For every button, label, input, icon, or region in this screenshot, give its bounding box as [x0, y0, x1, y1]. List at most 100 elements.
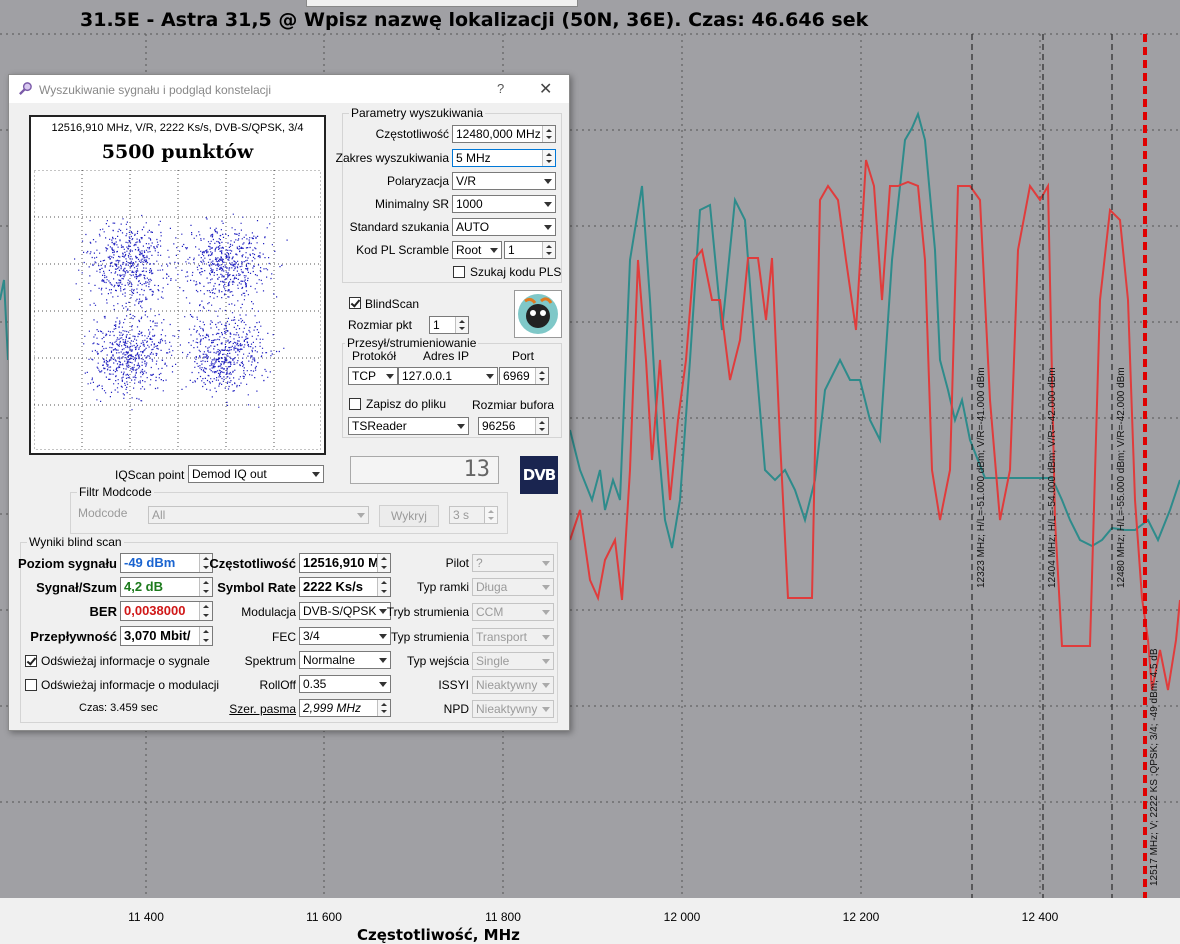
iqscan-label: IQScan point — [115, 468, 185, 482]
spin-icon — [484, 507, 497, 523]
chevron-down-icon — [379, 658, 387, 663]
pls-checkbox[interactable] — [453, 266, 465, 278]
signal-search-dialog: Wyszukiwanie sygnału i podgląd konstelac… — [8, 74, 570, 731]
chevron-down-icon — [544, 179, 552, 184]
detect-button[interactable]: Wykryj — [379, 505, 439, 527]
range-input[interactable]: 5 MHz — [452, 149, 556, 167]
chevron-down-icon — [542, 635, 550, 640]
group-title: Filtr Modcode — [77, 485, 154, 499]
ip-select[interactable]: 127.0.0.1 — [398, 367, 498, 385]
frame-type-label: Typ ramki — [416, 580, 469, 594]
frequency-label: Częstotliwość — [375, 127, 449, 141]
result-frequency-label: Częstotliwość — [209, 556, 296, 571]
chart-title: 31.5E - Astra 31,5 @ Wpisz nazwę lokaliz… — [80, 9, 869, 31]
chevron-down-icon — [542, 707, 550, 712]
spin-icon — [377, 578, 390, 596]
dialog-titlebar[interactable]: Wyszukiwanie sygnału i podgląd konstelac… — [9, 75, 569, 103]
pl-code-input[interactable]: 1 — [504, 241, 556, 259]
chevron-down-icon — [542, 610, 550, 615]
bitrate-value: 3,070 Mbit/ — [120, 626, 213, 646]
stream-type-select[interactable]: Transport — [472, 628, 554, 646]
elapsed-time: Czas: 3.459 sec — [79, 702, 158, 714]
close-icon[interactable]: ✕ — [539, 79, 552, 99]
spin-icon — [199, 627, 212, 645]
constellation-plot — [34, 170, 321, 450]
chevron-down-icon — [386, 374, 394, 379]
result-frequency-value: 12516,910 M — [299, 553, 391, 573]
save-file-label: Zapisz do pliku — [366, 397, 447, 411]
group-title: Przesył/strumieniowanie — [345, 336, 479, 350]
x-tick: 12 000 — [663, 910, 701, 924]
refresh-modulation-checkbox[interactable] — [25, 679, 37, 691]
save-file-checkbox[interactable] — [349, 398, 361, 410]
min-sr-label: Minimalny SR — [374, 197, 449, 211]
transponder-marker-label: 12404 MHz; H/L=-54.000 dBm; V/R=-42.000 … — [1047, 367, 1058, 588]
lcd-display: 13 — [350, 456, 499, 484]
stream-mode-select[interactable]: CCM — [472, 603, 554, 621]
chevron-down-icon — [542, 585, 550, 590]
modcode-select[interactable]: All — [148, 506, 369, 524]
port-label: Port — [512, 349, 535, 363]
npd-label: NPD — [443, 702, 469, 716]
packet-size-label: Rozmiar pkt — [348, 318, 413, 332]
packet-size-input[interactable]: 1 — [429, 316, 469, 334]
chevron-down-icon — [544, 225, 552, 230]
constellation-panel: 12516,910 MHz, V/R, 2222 Ks/s, DVB-S/QPS… — [29, 115, 326, 455]
npd-select[interactable]: Nieaktywny — [472, 700, 554, 718]
refresh-signal-label: Odświeżaj informacje o sygnale — [41, 654, 210, 668]
symbol-rate-label: Symbol Rate — [217, 580, 296, 595]
range-label: Zakres wyszukiwania — [335, 151, 449, 165]
buffer-input[interactable]: 96256 — [478, 417, 549, 435]
spin-icon — [455, 317, 468, 333]
bandwidth-label[interactable]: Szer. pasma — [229, 702, 296, 716]
reader-select[interactable]: TSReader — [348, 417, 469, 435]
snr-value: 4,2 dB — [120, 577, 213, 597]
signal-level-label: Poziom sygnału — [18, 556, 117, 571]
x-axis-label: Częstotliwość, MHz — [357, 926, 520, 944]
bitrate-label: Przepływność — [30, 629, 117, 644]
x-tick: 11 600 — [306, 910, 342, 924]
standard-select[interactable]: AUTO — [452, 218, 556, 236]
blindscan-checkbox[interactable] — [349, 297, 361, 309]
chevron-down-icon — [357, 513, 365, 518]
spin-icon — [542, 150, 555, 166]
constellation-points: 5500 punktów — [101, 141, 254, 163]
chevron-down-icon — [542, 659, 550, 664]
group-title: Parametry wyszukiwania — [349, 106, 486, 120]
refresh-signal-checkbox[interactable] — [25, 655, 37, 667]
input-type-select[interactable]: Single — [472, 652, 554, 670]
detect-time-input[interactable]: 3 s — [449, 506, 498, 524]
issyi-select[interactable]: Nieaktywny — [472, 676, 554, 694]
x-axis-band — [0, 898, 1180, 944]
polarization-label: Polaryzacja — [386, 174, 449, 188]
spectrum-select[interactable]: Normalne — [299, 651, 391, 669]
x-tick: 12 400 — [1021, 910, 1059, 924]
modcode-label: Modcode — [78, 506, 128, 520]
x-tick: 11 800 — [485, 910, 521, 924]
protocol-select[interactable]: TCP — [348, 367, 398, 385]
spin-icon — [542, 242, 555, 258]
polarization-select[interactable]: V/R — [452, 172, 556, 190]
fec-select[interactable]: 3/4 — [299, 627, 391, 645]
iqscan-select[interactable]: Demod IQ out — [188, 465, 324, 483]
min-sr-select[interactable]: 1000 — [452, 195, 556, 213]
chart-legend — [306, 0, 578, 7]
input-type-label: Typ wejścia — [406, 654, 469, 668]
fec-label: FEC — [272, 630, 296, 644]
rolloff-label: RollOff — [259, 678, 296, 692]
spin-icon — [535, 368, 548, 384]
frequency-input[interactable]: 12480,000 MHz — [452, 125, 556, 143]
ip-label: Adres IP — [423, 349, 470, 363]
stream-mode-label: Tryb strumienia — [386, 605, 469, 619]
modulation-select[interactable]: DVB-S/QPSK — [299, 602, 391, 620]
stream-type-label: Typ strumienia — [390, 630, 469, 644]
constellation-points-cloud — [74, 213, 288, 411]
ber-label: BER — [89, 604, 117, 619]
help-button[interactable]: ? — [497, 81, 504, 96]
group-title: Wyniki blind scan — [27, 535, 124, 549]
frame-type-select[interactable]: Długa — [472, 578, 554, 596]
rolloff-select[interactable]: 0.35 — [299, 675, 391, 693]
port-input[interactable]: 6969 — [499, 367, 549, 385]
pilot-select[interactable]: ? — [472, 554, 554, 572]
pl-mode-select[interactable]: Root — [452, 241, 502, 259]
